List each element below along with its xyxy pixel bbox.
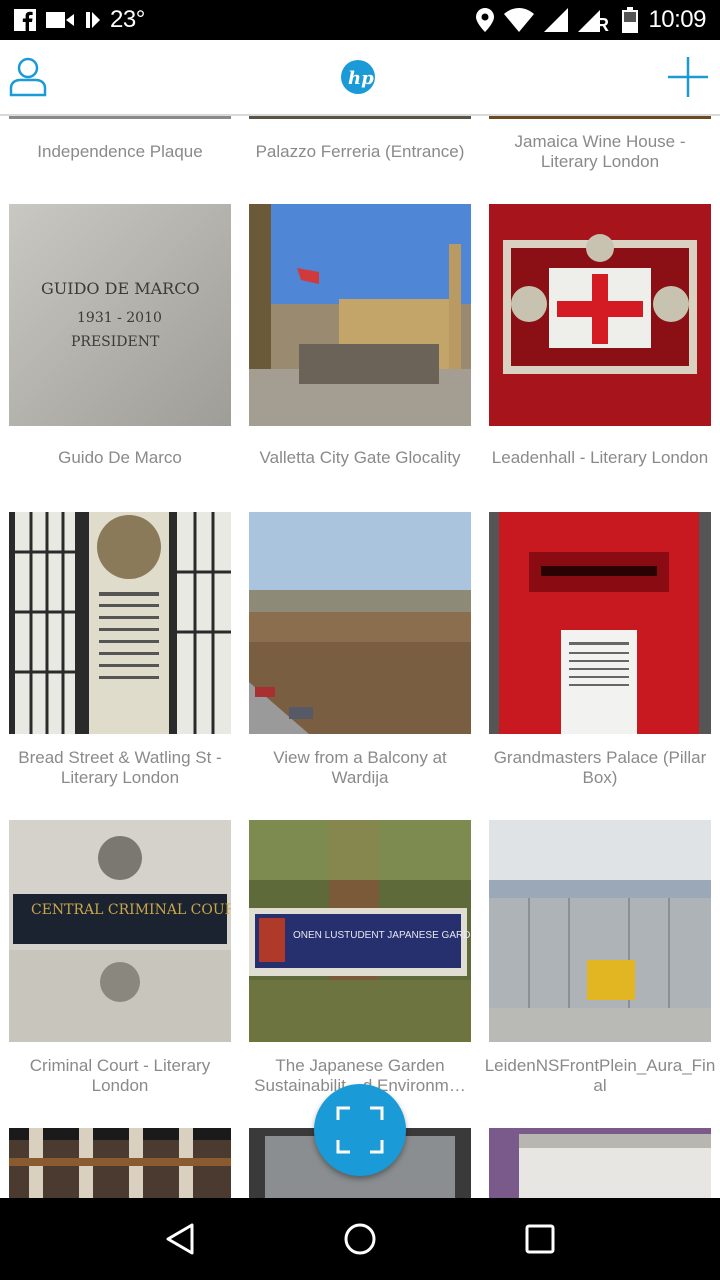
garden-sign-text: ONEN LUSTUDENT JAPANESE GARDEN — [293, 930, 471, 941]
add-button[interactable] — [666, 55, 710, 99]
item-caption: Guido De Marco — [58, 448, 182, 467]
recents-button[interactable] — [510, 1209, 570, 1269]
list-item[interactable]: Grandmasters Palace (Pillar Box) — [489, 512, 711, 788]
partial-thumb-1[interactable] — [9, 116, 231, 119]
roaming-signal-icon: R — [578, 10, 609, 32]
play-icon — [86, 12, 100, 28]
item-caption: View from a Balcony at Wardija — [273, 748, 447, 787]
item-thumbnail[interactable] — [249, 512, 471, 734]
partial-thumb-2[interactable] — [249, 116, 471, 119]
item-caption: Independence Plaque — [37, 142, 203, 161]
list-item[interactable]: Independence Plaque — [9, 142, 231, 162]
list-item[interactable]: Bread Street & Watling St - Literary Lon… — [9, 512, 231, 788]
inscription-line: PRESIDENT — [71, 334, 160, 350]
status-bar-left: 23° — [14, 6, 145, 34]
inscription-line: 1931 - 2010 — [77, 310, 162, 326]
recents-icon — [525, 1224, 555, 1254]
item-caption: Grandmasters Palace (Pillar Box) — [493, 748, 707, 787]
item-thumbnail[interactable] — [9, 1128, 231, 1198]
home-button[interactable] — [330, 1209, 390, 1269]
fullscreen-icon — [336, 1106, 384, 1154]
list-item[interactable]: CENTRAL CRIMINAL COURT Criminal Court - … — [9, 820, 231, 1096]
list-item[interactable]: Valletta City Gate Glocality — [249, 204, 471, 468]
item-caption: LeidenNSFrontPlein_Aura_Fin al — [484, 1056, 716, 1095]
battery-icon — [622, 7, 639, 33]
svg-text:hp: hp — [348, 68, 374, 89]
list-item[interactable]: Leadenhall - Literary London — [489, 204, 711, 468]
item-thumbnail[interactable] — [489, 820, 711, 1042]
item-thumbnail[interactable]: ONEN LUSTUDENT JAPANESE GARDEN — [249, 820, 471, 1042]
list-item[interactable]: Palazzo Ferreria (Entrance) — [249, 142, 471, 162]
app-bar: hp — [0, 40, 720, 116]
svg-text:R: R — [596, 15, 609, 32]
profile-icon — [9, 57, 47, 97]
item-caption: Jamaica Wine House - Literary London — [514, 132, 686, 171]
court-sign-text: CENTRAL CRIMINAL COURT — [31, 902, 231, 918]
item-caption: Criminal Court - Literary London — [29, 1056, 211, 1095]
item-thumbnail[interactable] — [249, 204, 471, 426]
item-caption: Bread Street & Watling St - Literary Lon… — [18, 748, 222, 787]
item-caption: Leadenhall - Literary London — [491, 448, 709, 467]
list-item[interactable]: ONEN LUSTUDENT JAPANESE GARDEN The Japan… — [249, 820, 471, 1096]
list-item[interactable]: View from a Balcony at Wardija — [249, 512, 471, 788]
navigation-bar — [0, 1198, 720, 1280]
back-icon — [166, 1223, 194, 1255]
item-caption: Valletta City Gate Glocality — [259, 448, 461, 467]
item-thumbnail[interactable] — [489, 512, 711, 734]
item-thumbnail[interactable]: CENTRAL CRIMINAL COURT — [9, 820, 231, 1042]
hp-logo-icon: hp — [341, 60, 375, 94]
item-thumbnail[interactable] — [9, 512, 231, 734]
item-thumbnail[interactable] — [489, 1128, 711, 1198]
collection-grid: Independence Plaque Palazzo Ferreria (En… — [0, 116, 720, 1198]
list-item[interactable] — [9, 1128, 231, 1198]
wifi-icon — [504, 8, 535, 32]
fullscreen-button[interactable] — [314, 1084, 406, 1176]
hp-logo: hp — [340, 59, 376, 95]
clock: 10:09 — [648, 6, 706, 33]
facebook-icon — [14, 9, 36, 31]
list-item[interactable]: LeidenNSFrontPlein_Aura_Fin al — [485, 820, 715, 1096]
list-item[interactable] — [489, 1128, 711, 1198]
location-icon — [476, 8, 495, 32]
temperature: 23° — [110, 6, 145, 33]
inscription-line: GUIDO DE MARCO — [41, 279, 200, 298]
list-item[interactable]: Jamaica Wine House - Literary London — [489, 132, 711, 172]
signal-icon — [544, 8, 569, 32]
list-item[interactable]: GUIDO DE MARCO 1931 - 2010 PRESIDENT Gui… — [9, 204, 231, 468]
back-button[interactable] — [150, 1209, 210, 1269]
video-icon — [46, 12, 74, 28]
add-icon — [668, 57, 708, 97]
item-thumbnail[interactable]: GUIDO DE MARCO 1931 - 2010 PRESIDENT — [9, 204, 231, 426]
status-bar: 23° R 10:09 — [0, 0, 720, 40]
home-icon — [344, 1223, 376, 1255]
profile-button[interactable] — [6, 55, 50, 99]
item-caption: Palazzo Ferreria (Entrance) — [255, 142, 465, 161]
status-bar-right: R 10:09 — [476, 6, 706, 34]
partial-thumb-3[interactable] — [489, 116, 711, 119]
item-thumbnail[interactable] — [489, 204, 711, 426]
